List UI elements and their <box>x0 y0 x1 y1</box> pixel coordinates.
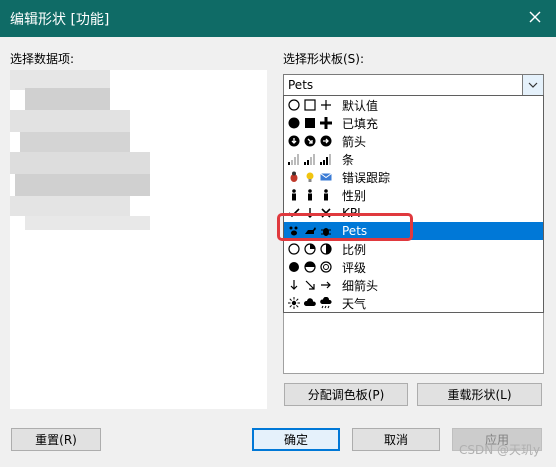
option-filled[interactable]: 已填充 <box>284 114 543 132</box>
reload-shapes-button[interactable]: 重载形状(L) <box>417 383 542 406</box>
arrow-diag-icon <box>302 278 318 292</box>
close-button[interactable] <box>524 6 546 28</box>
bug-icon <box>286 170 302 184</box>
cancel-button[interactable]: 取消 <box>352 428 440 451</box>
person-icon <box>318 188 334 202</box>
option-label: 默认值 <box>342 98 379 113</box>
plus-bold-icon <box>318 116 334 130</box>
mail-icon <box>318 170 334 184</box>
assign-palette-button[interactable]: 分配调色板(P) <box>284 383 408 406</box>
arrow-right-icon <box>318 278 334 292</box>
option-label: 评级 <box>342 260 367 275</box>
annotation-highlight-box <box>277 213 413 241</box>
option-bars[interactable]: 条 <box>284 150 543 168</box>
option-error-tracking[interactable]: 错误跟踪 <box>284 168 543 186</box>
option-label: 条 <box>342 152 355 167</box>
option-label: 细箭头 <box>342 278 379 293</box>
option-rating[interactable]: 评级 <box>284 258 543 276</box>
close-icon <box>529 11 541 23</box>
option-label: 箭头 <box>342 134 367 149</box>
option-label: 性别 <box>342 188 367 203</box>
bars-2-icon <box>302 152 318 166</box>
bars-1-icon <box>286 152 302 166</box>
arrow-down-circle-icon <box>286 134 302 148</box>
sun-icon <box>286 296 302 310</box>
window-title: 编辑形状 [功能] <box>10 12 110 28</box>
circle-half-h-icon <box>302 260 318 274</box>
bars-3-icon <box>318 152 334 166</box>
option-gender[interactable]: 性别 <box>284 186 543 204</box>
cloud-icon <box>302 296 318 310</box>
circle-filled-icon <box>286 260 302 274</box>
arrow-down-icon <box>286 278 302 292</box>
rain-icon <box>318 296 334 310</box>
option-label: 已填充 <box>342 116 379 131</box>
shape-palette-select[interactable]: Pets <box>283 74 544 96</box>
option-arrows[interactable]: 箭头 <box>284 132 543 150</box>
watermark-text: CSDN @天玑y <box>459 443 541 457</box>
option-label: 比例 <box>342 242 367 257</box>
plus-icon <box>318 98 334 112</box>
shape-palette-dropdown[interactable]: 默认值 已填充 箭头 条 错误跟踪 性别 KPI Pets 比例 评级 细箭头 … <box>283 95 544 313</box>
circle-quarter-icon <box>302 242 318 256</box>
data-items-label: 选择数据项: <box>10 52 75 66</box>
circle-half-icon <box>318 242 334 256</box>
person-icon <box>286 188 302 202</box>
arrow-right-circle-icon <box>318 134 334 148</box>
shape-palette-value: Pets <box>288 78 314 92</box>
chevron-down-icon[interactable] <box>522 75 543 95</box>
option-label: 错误跟踪 <box>342 170 391 185</box>
option-label: 天气 <box>342 296 367 311</box>
square-filled-icon <box>302 116 318 130</box>
circle-outline-icon <box>286 98 302 112</box>
data-items-list[interactable] <box>10 70 267 409</box>
circle-outline-icon <box>286 242 302 256</box>
bulb-icon <box>302 170 318 184</box>
square-outline-icon <box>302 98 318 112</box>
option-default[interactable]: 默认值 <box>284 96 543 114</box>
title-bar: 编辑形状 [功能] <box>0 0 556 37</box>
shape-palette-label: 选择形状板(S): <box>283 52 365 66</box>
option-ratio[interactable]: 比例 <box>284 240 543 258</box>
option-thin-arrows[interactable]: 细箭头 <box>284 276 543 294</box>
reset-button[interactable]: 重置(R) <box>11 428 101 451</box>
person-icon <box>302 188 318 202</box>
circle-filled-icon <box>286 116 302 130</box>
arrow-diag-circle-icon <box>302 134 318 148</box>
option-weather[interactable]: 天气 <box>284 294 543 312</box>
circle-ring-icon <box>318 260 334 274</box>
ok-button[interactable]: 确定 <box>252 428 340 451</box>
